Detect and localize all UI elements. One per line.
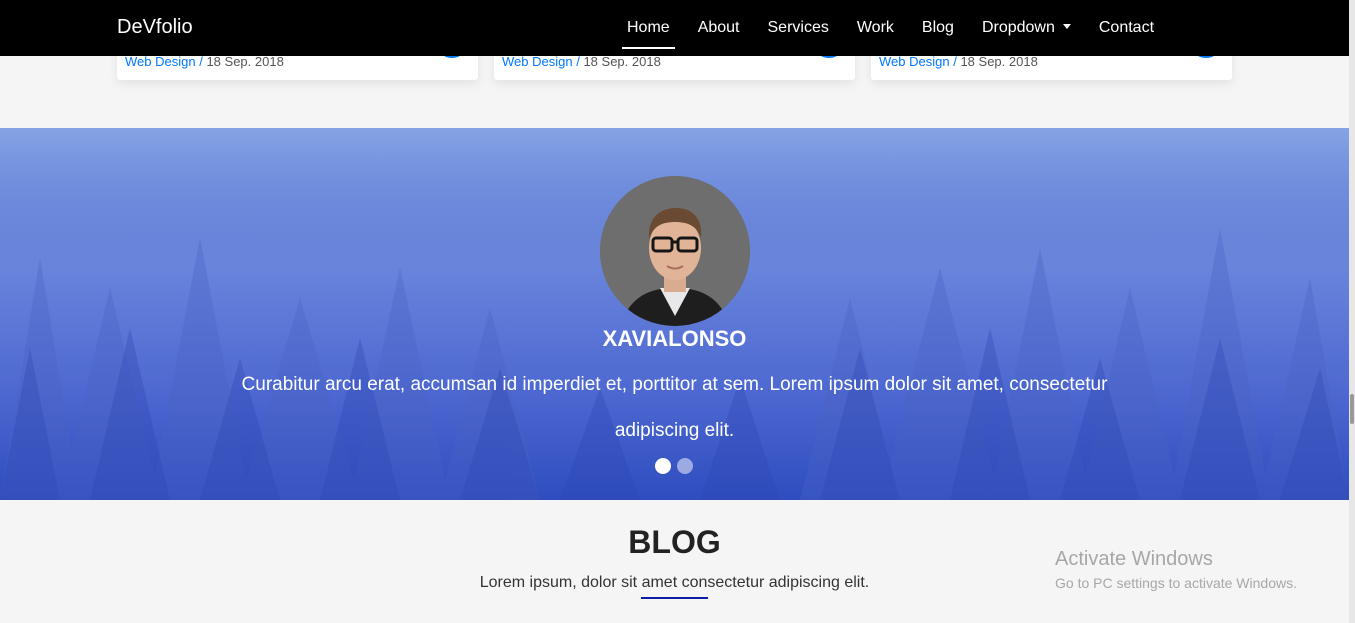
card-meta: Web Design / 18 Sep. 2018 — [879, 54, 1038, 69]
nav-blog[interactable]: Blog — [908, 0, 968, 56]
nav-menu: Home About Services Work Blog Dropdown C… — [613, 0, 1168, 56]
brand-logo[interactable]: DeVfolio — [117, 16, 193, 39]
activate-windows-watermark: Activate Windows Go to PC settings to ac… — [1055, 548, 1297, 591]
scrollbar-thumb[interactable] — [1350, 394, 1354, 424]
testimonial-name: XAVIALONSO — [602, 326, 747, 351]
nav-services[interactable]: Services — [754, 0, 843, 56]
card-meta: Web Design / 18 Sep. 2018 — [502, 54, 661, 69]
page-scrollbar[interactable] — [1349, 0, 1355, 623]
person-portrait — [600, 176, 750, 326]
nav-about[interactable]: About — [684, 0, 754, 56]
caret-down-icon — [1062, 24, 1071, 29]
testimonial-text-line: adipiscing elit. — [614, 420, 735, 441]
title-underline — [641, 597, 708, 599]
watermark-subtitle: Go to PC settings to activate Windows. — [1055, 575, 1297, 591]
card-category-link[interactable]: Web Design — [502, 54, 573, 69]
testimonial-text-line: Curabitur arcu erat, accumsan id imperdi… — [241, 374, 1108, 395]
watermark-title: Activate Windows — [1055, 548, 1213, 570]
card-separator: / — [576, 54, 580, 69]
card-date: 18 Sep. 2018 — [583, 54, 661, 69]
testimonial-text: Curabitur arcu erat, accumsan id imperdi… — [220, 362, 1129, 454]
testimonial-section: XAVIALONSO Curabitur arcu erat, accumsan… — [0, 128, 1349, 500]
carousel-dot-2[interactable] — [677, 458, 693, 474]
card-date: 18 Sep. 2018 — [206, 54, 284, 69]
card-meta: Web Design / 18 Sep. 2018 — [125, 54, 284, 69]
card-category-link[interactable]: Web Design — [125, 54, 196, 69]
nav-home[interactable]: Home — [613, 0, 684, 56]
carousel-dot-1[interactable] — [655, 458, 671, 474]
nav-dropdown-label: Dropdown — [981, 19, 1055, 36]
carousel-dots — [655, 458, 693, 474]
nav-dropdown[interactable]: Dropdown — [968, 0, 1085, 56]
card-category-link[interactable]: Web Design — [879, 54, 950, 69]
card-separator: / — [953, 54, 957, 69]
top-navbar: DeVfolio Home About Services Work Blog D… — [0, 0, 1349, 56]
nav-contact[interactable]: Contact — [1085, 0, 1168, 56]
nav-work[interactable]: Work — [843, 0, 908, 56]
avatar — [600, 176, 750, 326]
card-date: 18 Sep. 2018 — [960, 54, 1038, 69]
card-separator: / — [199, 54, 203, 69]
